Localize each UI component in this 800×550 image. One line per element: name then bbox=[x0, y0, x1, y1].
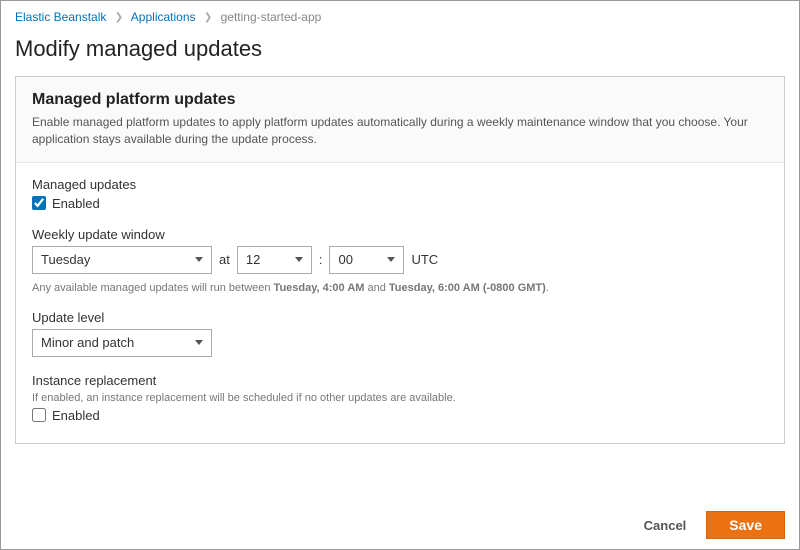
managed-updates-checkbox[interactable] bbox=[32, 196, 46, 210]
chevron-down-icon bbox=[387, 257, 395, 262]
panel-heading: Managed platform updates bbox=[32, 91, 768, 109]
breadcrumb-section[interactable]: Applications bbox=[131, 10, 196, 24]
update-level-label: Update level bbox=[32, 310, 768, 325]
chevron-right-icon: ❯ bbox=[110, 12, 128, 23]
weekly-window-field: Weekly update window Tuesday at 12 : 00 … bbox=[32, 227, 768, 294]
weekly-window-hint: Any available managed updates will run b… bbox=[32, 282, 768, 294]
instance-replacement-hint: If enabled, an instance replacement will… bbox=[32, 392, 768, 404]
breadcrumb: Elastic Beanstalk ❯ Applications ❯ getti… bbox=[1, 1, 799, 28]
chevron-right-icon: ❯ bbox=[199, 12, 217, 23]
cancel-button[interactable]: Cancel bbox=[640, 512, 691, 539]
update-level-select[interactable]: Minor and patch bbox=[32, 329, 212, 357]
instance-replacement-checkbox-row[interactable]: Enabled bbox=[32, 408, 768, 423]
colon-label: : bbox=[319, 252, 323, 267]
instance-replacement-field: Instance replacement If enabled, an inst… bbox=[32, 373, 768, 423]
panel-body: Managed updates Enabled Weekly update wi… bbox=[16, 163, 784, 443]
weekly-minute-select[interactable]: 00 bbox=[329, 246, 404, 274]
panel-description: Enable managed platform updates to apply… bbox=[32, 114, 768, 148]
at-label: at bbox=[219, 252, 230, 267]
managed-updates-checkbox-label: Enabled bbox=[52, 196, 100, 211]
instance-replacement-checkbox[interactable] bbox=[32, 408, 46, 422]
instance-replacement-label: Instance replacement bbox=[32, 373, 768, 388]
breadcrumb-root[interactable]: Elastic Beanstalk bbox=[15, 10, 106, 24]
managed-updates-label: Managed updates bbox=[32, 177, 768, 192]
page-title: Modify managed updates bbox=[1, 28, 799, 76]
weekly-minute-value: 00 bbox=[338, 252, 352, 267]
instance-replacement-checkbox-label: Enabled bbox=[52, 408, 100, 423]
footer: Cancel Save bbox=[1, 503, 799, 549]
weekly-hour-value: 12 bbox=[246, 252, 260, 267]
weekly-day-select[interactable]: Tuesday bbox=[32, 246, 212, 274]
managed-updates-checkbox-row[interactable]: Enabled bbox=[32, 196, 768, 211]
weekly-hour-select[interactable]: 12 bbox=[237, 246, 312, 274]
managed-updates-panel: Managed platform updates Enable managed … bbox=[15, 76, 785, 444]
weekly-window-label: Weekly update window bbox=[32, 227, 768, 242]
managed-updates-field: Managed updates Enabled bbox=[32, 177, 768, 211]
update-level-field: Update level Minor and patch bbox=[32, 310, 768, 357]
update-level-value: Minor and patch bbox=[41, 335, 134, 350]
breadcrumb-current: getting-started-app bbox=[221, 10, 322, 24]
chevron-down-icon bbox=[195, 340, 203, 345]
utc-label: UTC bbox=[411, 252, 438, 267]
panel-header: Managed platform updates Enable managed … bbox=[16, 77, 784, 163]
save-button[interactable]: Save bbox=[706, 511, 785, 539]
weekly-day-value: Tuesday bbox=[41, 252, 90, 267]
chevron-down-icon bbox=[195, 257, 203, 262]
chevron-down-icon bbox=[295, 257, 303, 262]
weekly-window-controls: Tuesday at 12 : 00 UTC bbox=[32, 246, 768, 274]
